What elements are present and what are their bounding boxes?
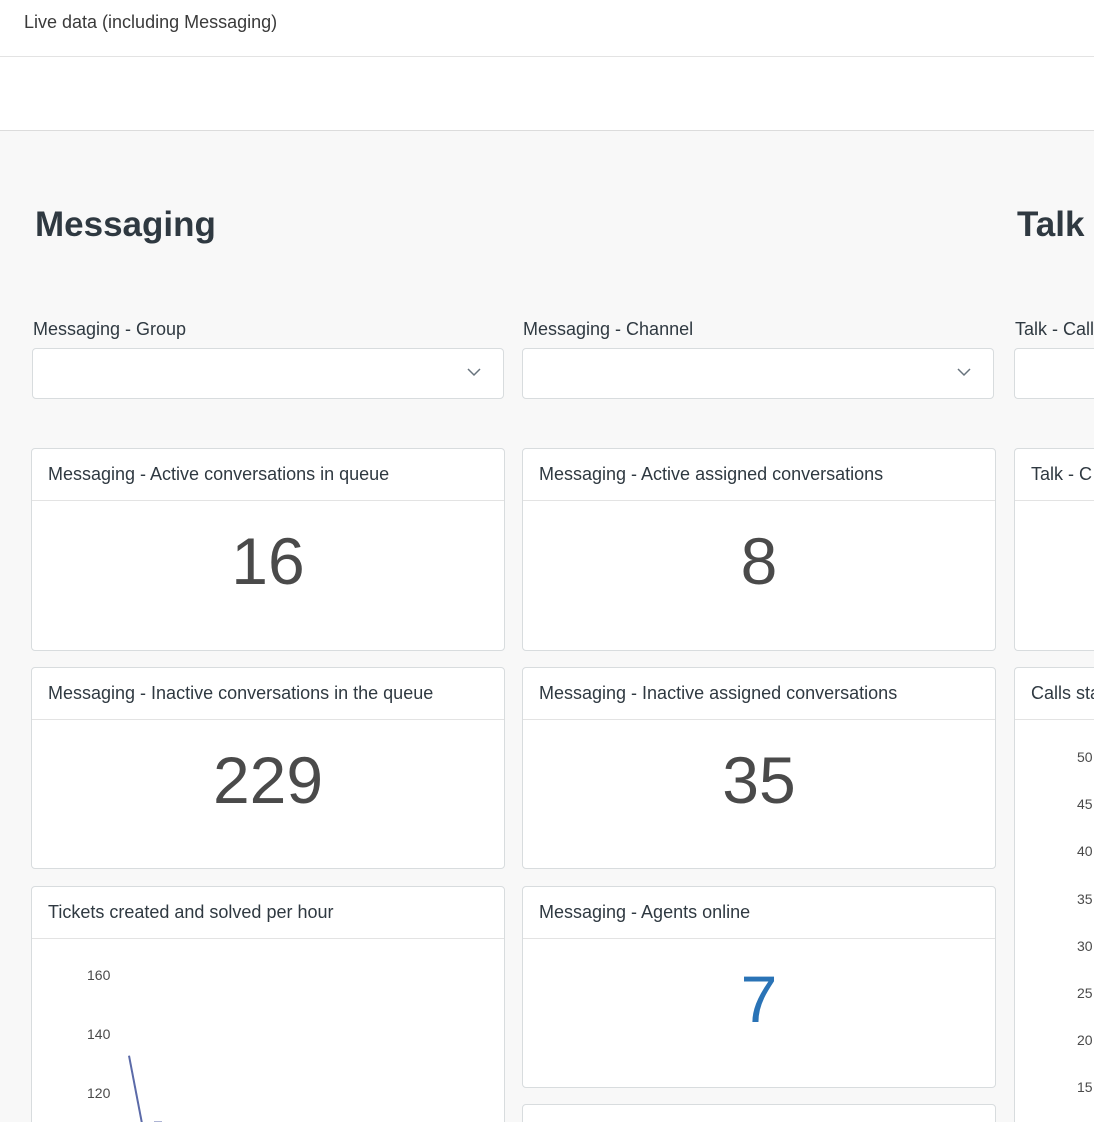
filter-label-messaging-group: Messaging - Group [33,319,187,339]
y-tick-label: 20 [1077,1032,1093,1049]
y-tick-label: 30 [1077,937,1093,954]
messaging-group-select[interactable] [32,348,504,399]
section-title-messaging: Messaging [35,205,216,244]
section-title-talk: Talk [1017,205,1085,244]
card-title: Calls sta [1015,668,1094,720]
card-title: Messaging - Inactive assigned conversati… [523,668,995,720]
toolbar-strip [0,57,1094,131]
tickets-chart-plot [128,1055,162,1122]
card-inactive-assigned-conversations: Messaging - Inactive assigned conversati… [522,667,996,869]
chevron-down-icon [467,368,481,377]
dashboard-canvas: Messaging Talk Messaging - Group Messagi… [0,131,1094,1122]
page-title: Live data (including Messaging) [24,12,278,32]
card-talk-c: Talk - C [1014,448,1094,651]
filter-label-messaging-channel: Messaging - Channel [523,319,694,339]
card-agents-online: Messaging - Agents online 7 [522,886,996,1088]
card-active-assigned-conversations: Messaging - Active assigned conversation… [522,448,996,651]
talk-call-select[interactable] [1014,348,1094,399]
y-tick-label: 15 [1077,1079,1093,1096]
metric-value: 7 [740,962,778,1036]
card-calls-stats: Calls sta 50 45 40 35 30 25 20 15 [1014,667,1094,1122]
card-title: Messaging - Inactive conversations in th… [32,668,504,720]
y-tick-label: 40 [1077,843,1093,860]
metric-value: 35 [722,743,796,817]
card-next [522,1104,996,1122]
messaging-channel-select[interactable] [522,348,994,399]
y-tick-label: 50 [1077,749,1093,765]
y-tick-label: 45 [1077,796,1093,813]
chevron-down-icon [957,368,971,377]
card-title: Messaging - Active assigned conversation… [523,449,995,501]
y-tick-label: 25 [1077,985,1093,1001]
card-inactive-conversations-in-queue: Messaging - Inactive conversations in th… [31,667,505,869]
metric-value: 16 [231,524,305,598]
top-bar: Live data (including Messaging) [0,0,1094,57]
series-line [128,1055,143,1122]
y-tick-label: 35 [1077,890,1093,907]
card-tickets-created-solved-per-hour: Tickets created and solved per hour 160 1… [31,886,505,1122]
card-title: Messaging - Active conversations in queu… [32,449,504,501]
metric-value: 8 [740,524,778,598]
card-title: Messaging - Agents online [523,887,995,939]
card-active-conversations-in-queue: Messaging - Active conversations in queu… [31,448,505,651]
filter-label-talk-call: Talk - Call [1015,319,1094,339]
card-title: Talk - C [1015,449,1094,501]
metric-value: 229 [212,743,324,817]
